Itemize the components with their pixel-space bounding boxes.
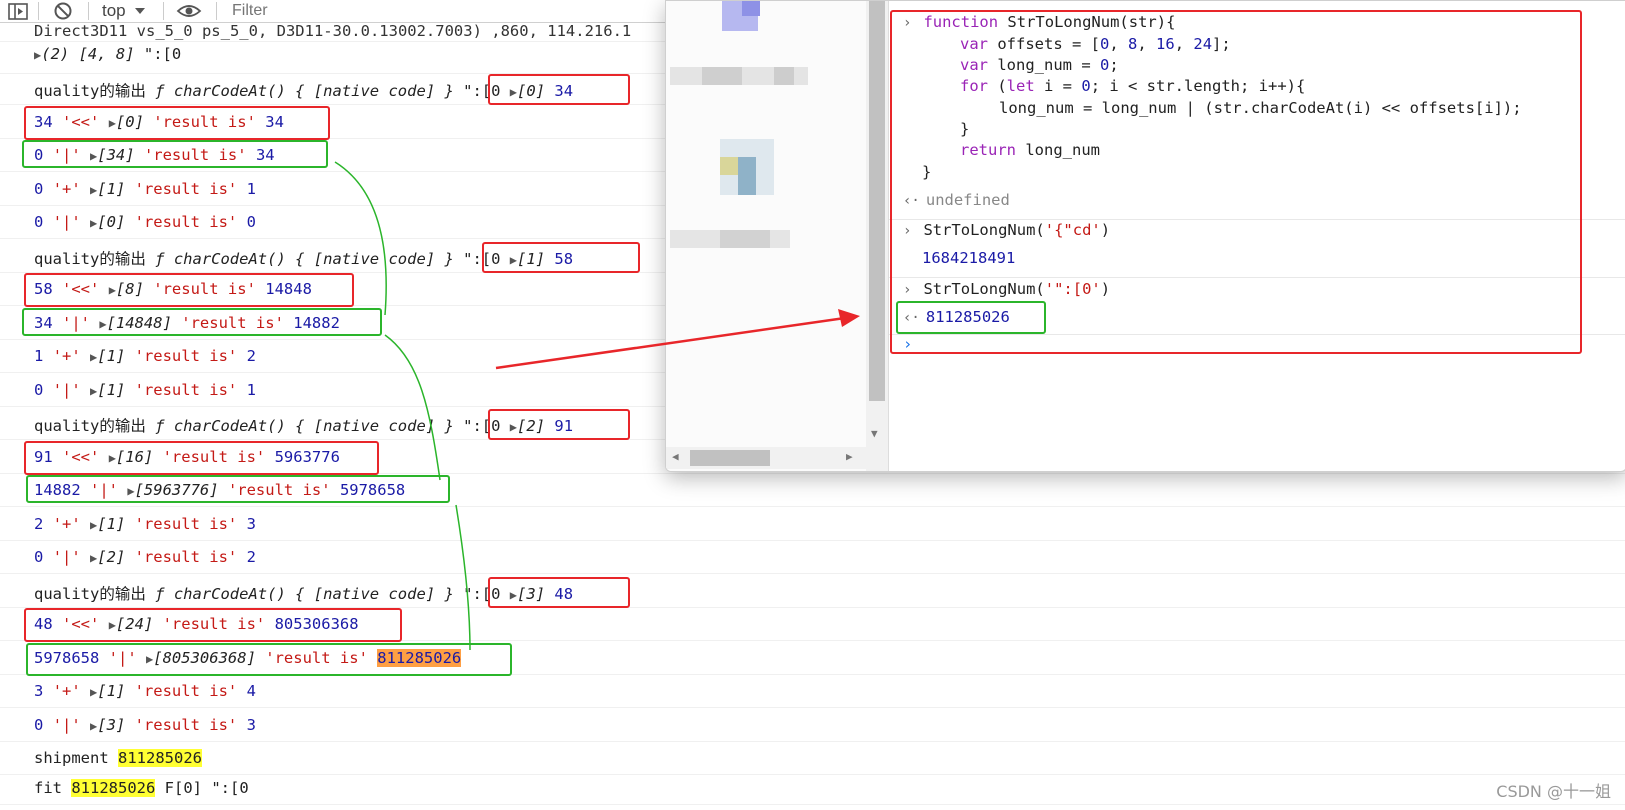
code-line: long_num = long_num | (str.charCodeAt(i)… [999,99,1522,117]
result-undefined: ‹· undefined [903,191,1010,209]
code-line: } [960,120,970,138]
devtools-console[interactable]: › function StrToLongNum(str){ var offsets… [889,1,1625,471]
log-text: 58 '<<' ▶[8] 'result is' 14848 [34,280,312,298]
log-row: 14882 '|' ▶[5963776] 'result is' 5978658 [0,475,1625,507]
log-text: 0 '|' ▶[34] 'result is' 34 [34,146,275,164]
scroll-right-icon[interactable]: ▶ [846,450,853,463]
horizontal-scrollbar[interactable]: ◀ ▶ [666,447,866,469]
blurred-text [702,67,742,85]
output-arrow-icon: ‹· [903,193,920,209]
expand-triangle-icon[interactable]: ▶ [99,317,106,331]
log-text: ▶(2) [4, 8] ":[0 [34,45,182,63]
expand-triangle-icon[interactable]: ▶ [127,484,134,498]
log-text: 0 '|' ▶[2] 'result is' 2 [34,548,256,566]
log-row: quality的输出 ƒ charCodeAt() { [native code… [0,576,1625,608]
console-call: › StrToLongNum('":[0') [903,280,1111,298]
log-row: fit 811285026 F[0] ":[0 [0,773,1625,805]
clear-console-icon[interactable] [52,0,74,22]
elements-pane: ◀ ▶ [666,1,867,471]
code-line: for (let i = 0; i < str.length; i++){ [960,77,1306,95]
output-arrow-icon: ‹· [903,310,920,326]
log-row: 0 '|' ▶[2] 'result is' 2 [0,542,1625,574]
expand-triangle-icon[interactable]: ▶ [510,253,517,267]
expand-triangle-icon[interactable]: ▶ [510,420,517,434]
log-text: quality的输出 ƒ charCodeAt() { [native code… [34,82,574,100]
input-prompt-icon: › [903,282,912,298]
log-row: 0 '|' ▶[3] 'result is' 3 [0,710,1625,742]
log-text: 0 '+' ▶[1] 'result is' 1 [34,179,256,198]
vertical-scrollbar[interactable]: ▼ [866,1,889,471]
input-prompt-icon: › [903,335,913,353]
filter-input[interactable] [230,0,654,23]
log-text: 3 '+' ▶[1] 'result is' 4 [34,682,256,700]
log-text: 0 '|' ▶[3] 'result is' 3 [34,715,256,734]
input-prompt-icon: › [903,15,912,31]
console-result: ‹· 811285026 [903,308,1010,326]
blurred-text [720,230,770,248]
console-result: 1684218491 [922,249,1016,267]
log-text: Direct3D11 vs_5_0 ps_5_0, D3D11-30.0.130… [34,22,632,40]
log-row: shipment 811285026 [0,743,1625,775]
log-text: 2 '+' ▶[1] 'result is' 3 [34,514,256,533]
log-row: 48 '<<' ▶[24] 'result is' 805306368 [0,609,1625,641]
scroll-down-icon[interactable]: ▼ [871,427,878,440]
context-selector-label: top [102,1,126,20]
scroll-left-icon[interactable]: ◀ [672,450,679,463]
code-line: var long_num = 0; [960,56,1119,74]
log-text: shipment 811285026 [34,749,202,767]
code-line: return long_num [960,141,1100,159]
code-line: } [922,163,932,181]
input-prompt-icon: › [903,223,912,239]
log-text: 0 '|' ▶[0] 'result is' 0 [34,213,256,231]
log-row: 3 '+' ▶[1] 'result is' 4 [0,676,1625,708]
expand-triangle-icon[interactable]: ▶ [510,85,517,99]
log-text: 34 '<<' ▶[0] 'result is' 34 [34,112,284,131]
blurred-thumbnail [738,157,756,195]
expand-triangle-icon[interactable]: ▶ [109,618,116,632]
log-text: quality的输出 ƒ charCodeAt() { [native code… [34,249,574,268]
log-text: 34 '|' ▶[14848] 'result is' 14882 [34,313,340,332]
blurred-thumbnail [720,157,738,175]
log-text: 91 '<<' ▶[16] 'result is' 5963776 [34,447,340,466]
log-row: 2 '+' ▶[1] 'result is' 3 [0,509,1625,541]
vertical-scroll-thumb[interactable] [869,1,885,401]
log-text: 1 '+' ▶[1] 'result is' 2 [34,347,256,365]
expand-triangle-icon[interactable]: ▶ [109,116,116,130]
context-selector[interactable]: top [102,0,146,22]
log-text: 14882 '|' ▶[5963776] 'result is' 5978658 [34,481,406,499]
blurred-thumbnail [742,1,760,16]
horizontal-scroll-thumb[interactable] [690,450,770,466]
expand-triangle-icon[interactable]: ▶ [109,451,116,465]
code-line: › function StrToLongNum(str){ [903,13,1176,31]
live-expression-eye-icon[interactable] [176,0,202,22]
log-text: 48 '<<' ▶[24] 'result is' 805306368 [34,615,359,633]
console-call: › StrToLongNum('{"cd') [903,221,1111,239]
log-text: 5978658 '|' ▶[805306368] 'result is' 811… [34,648,462,667]
code-line: var offsets = [0, 8, 16, 24]; [960,35,1231,53]
log-text: quality的输出 ƒ charCodeAt() { [native code… [34,417,574,435]
log-text: fit 811285026 F[0] ":[0 [34,779,249,797]
expand-triangle-icon[interactable]: ▶ [510,588,517,602]
log-text: 0 '|' ▶[1] 'result is' 1 [34,380,256,399]
devtools-window: ◀ ▶ ▼ › function StrToLongNum(str){ var o… [665,0,1625,472]
log-text: quality的输出 ƒ charCodeAt() { [native code… [34,584,574,603]
expand-triangle-icon[interactable]: ▶ [109,283,116,297]
blurred-text [774,67,794,85]
log-row: 5978658 '|' ▶[805306368] 'result is' 811… [0,643,1625,675]
console-input[interactable]: › [889,335,1625,353]
chevron-down-icon [134,3,146,20]
sidebar-toggle-icon[interactable] [6,0,32,22]
watermark: CSDN @十一姐 [1496,782,1611,801]
